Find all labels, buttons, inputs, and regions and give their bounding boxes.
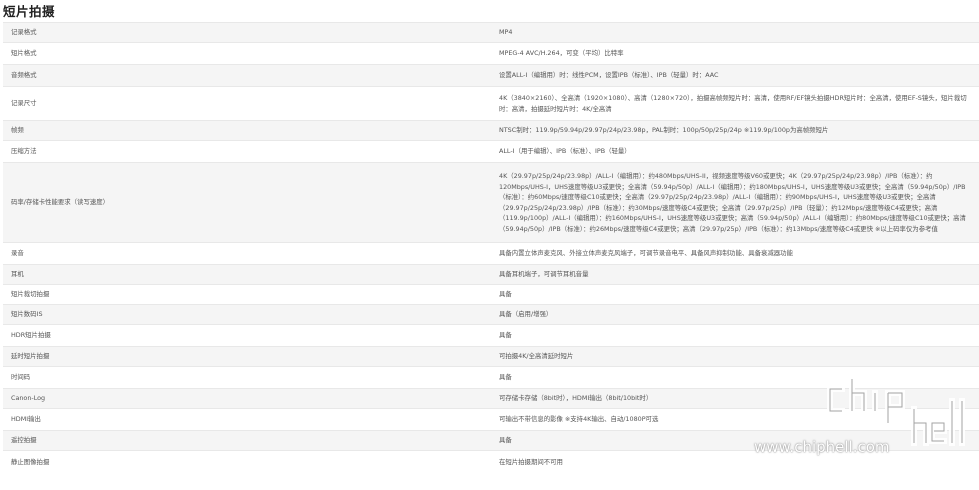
- spec-value: 具备: [491, 284, 979, 305]
- spec-label: 短片裁切拍摄: [3, 284, 491, 305]
- spec-value: 具备内置立体声麦克风、外接立体声麦克风端子，可调节录音电平、具备风声抑制功能、具…: [491, 242, 979, 265]
- spec-value: ALL-I（用于编辑）、IPB（标准）、IPB（轻量）: [491, 140, 979, 163]
- spec-value: MP4: [491, 22, 979, 43]
- table-row: 码率/存储卡性能要求（读写速度） 4K（29.97p/25p/24p/23.98p…: [3, 162, 979, 243]
- table-row: HDMI输出 可输出不带信息的影像 ※支持4K输出、自动/1080P可选: [3, 408, 979, 431]
- spec-label: 压缩方法: [3, 140, 491, 163]
- table-row: 音频格式 设置ALL-I（编辑用）时：线性PCM，设置IPB（标准）、IPB（轻量…: [3, 64, 979, 87]
- spec-value: NTSC制时：119.9p/59.94p/29.97p/24p/23.98p，P…: [491, 120, 979, 141]
- spec-page: 短片拍摄 记录格式 MP4 短片格式 MPEG-4 AVC/H.264，可变（平均）比…: [0, 0, 979, 490]
- spec-value: 具备（启用/增强）: [491, 304, 979, 325]
- spec-value: 具备耳机端子，可调节耳机音量: [491, 264, 979, 285]
- table-row: Canon-Log 可存储卡存储（8bit时），HDMI输出（8bit/10bit…: [3, 388, 979, 409]
- spec-value: 设置ALL-I（编辑用）时：线性PCM，设置IPB（标准）、IPB（轻量）时：A…: [491, 64, 979, 87]
- table-row: 记录尺寸 4K（3840×2160）、全高清（1920×1080）、高清（1280…: [3, 86, 979, 121]
- spec-value: 4K（3840×2160）、全高清（1920×1080）、高清（1280×720…: [491, 86, 979, 121]
- spec-label: 短片数码IS: [3, 304, 491, 325]
- spec-value: 可拍摄4K/全高清延时短片: [491, 346, 979, 367]
- table-row: 压缩方法 ALL-I（用于编辑）、IPB（标准）、IPB（轻量）: [3, 140, 979, 163]
- table-row: 静止图像拍摄 在短片拍摄期间不可用: [3, 450, 979, 473]
- spec-label: 音频格式: [3, 64, 491, 87]
- table-row: 短片数码IS 具备（启用/增强）: [3, 304, 979, 325]
- table-row: 记录格式 MP4: [3, 22, 979, 43]
- table-row: 短片裁切拍摄 具备: [3, 284, 979, 305]
- spec-label: HDMI输出: [3, 408, 491, 431]
- spec-value: 具备: [491, 430, 979, 451]
- spec-label: 时间码: [3, 366, 491, 389]
- spec-label: 延时短片拍摄: [3, 346, 491, 367]
- spec-label: 帧频: [3, 120, 491, 141]
- spec-table-body: 记录格式 MP4 短片格式 MPEG-4 AVC/H.264，可变（平均）比特率 音频格…: [3, 22, 979, 473]
- spec-value: 在短片拍摄期间不可用: [491, 450, 979, 473]
- table-row: 短片格式 MPEG-4 AVC/H.264，可变（平均）比特率: [3, 42, 979, 65]
- spec-label: Canon-Log: [3, 388, 491, 409]
- spec-label: 记录尺寸: [3, 86, 491, 121]
- table-row: 延时短片拍摄 可拍摄4K/全高清延时短片: [3, 346, 979, 367]
- spec-label: 静止图像拍摄: [3, 450, 491, 473]
- table-row: 帧频 NTSC制时：119.9p/59.94p/29.97p/24p/23.98p…: [3, 120, 979, 141]
- spec-table: 记录格式 MP4 短片格式 MPEG-4 AVC/H.264，可变（平均）比特率 音频格…: [3, 22, 979, 473]
- section-title: 短片拍摄: [3, 4, 56, 19]
- spec-label: 遥控拍摄: [3, 430, 491, 451]
- spec-value: 可输出不带信息的影像 ※支持4K输出、自动/1080P可选: [491, 408, 979, 431]
- spec-value: 可存储卡存储（8bit时），HDMI输出（8bit/10bit时）: [491, 388, 979, 409]
- spec-value: 具备: [491, 366, 979, 389]
- spec-label: 录音: [3, 242, 491, 265]
- spec-label: 码率/存储卡性能要求（读写速度）: [3, 162, 491, 243]
- table-row: 遥控拍摄 具备: [3, 430, 979, 451]
- spec-label: 耳机: [3, 264, 491, 285]
- spec-value: 4K（29.97p/25p/24p/23.98p）/ALL-I（编辑用）：约48…: [491, 162, 979, 243]
- spec-value: 具备: [491, 324, 979, 347]
- table-row: 耳机 具备耳机端子，可调节耳机音量: [3, 264, 979, 285]
- table-row: 录音 具备内置立体声麦克风、外接立体声麦克风端子，可调节录音电平、具备风声抑制功能…: [3, 242, 979, 265]
- table-row: 时间码 具备: [3, 366, 979, 389]
- table-row: HDR短片拍摄 具备: [3, 324, 979, 347]
- spec-label: HDR短片拍摄: [3, 324, 491, 347]
- spec-label: 记录格式: [3, 22, 491, 43]
- spec-label: 短片格式: [3, 42, 491, 65]
- spec-value: MPEG-4 AVC/H.264，可变（平均）比特率: [491, 42, 979, 65]
